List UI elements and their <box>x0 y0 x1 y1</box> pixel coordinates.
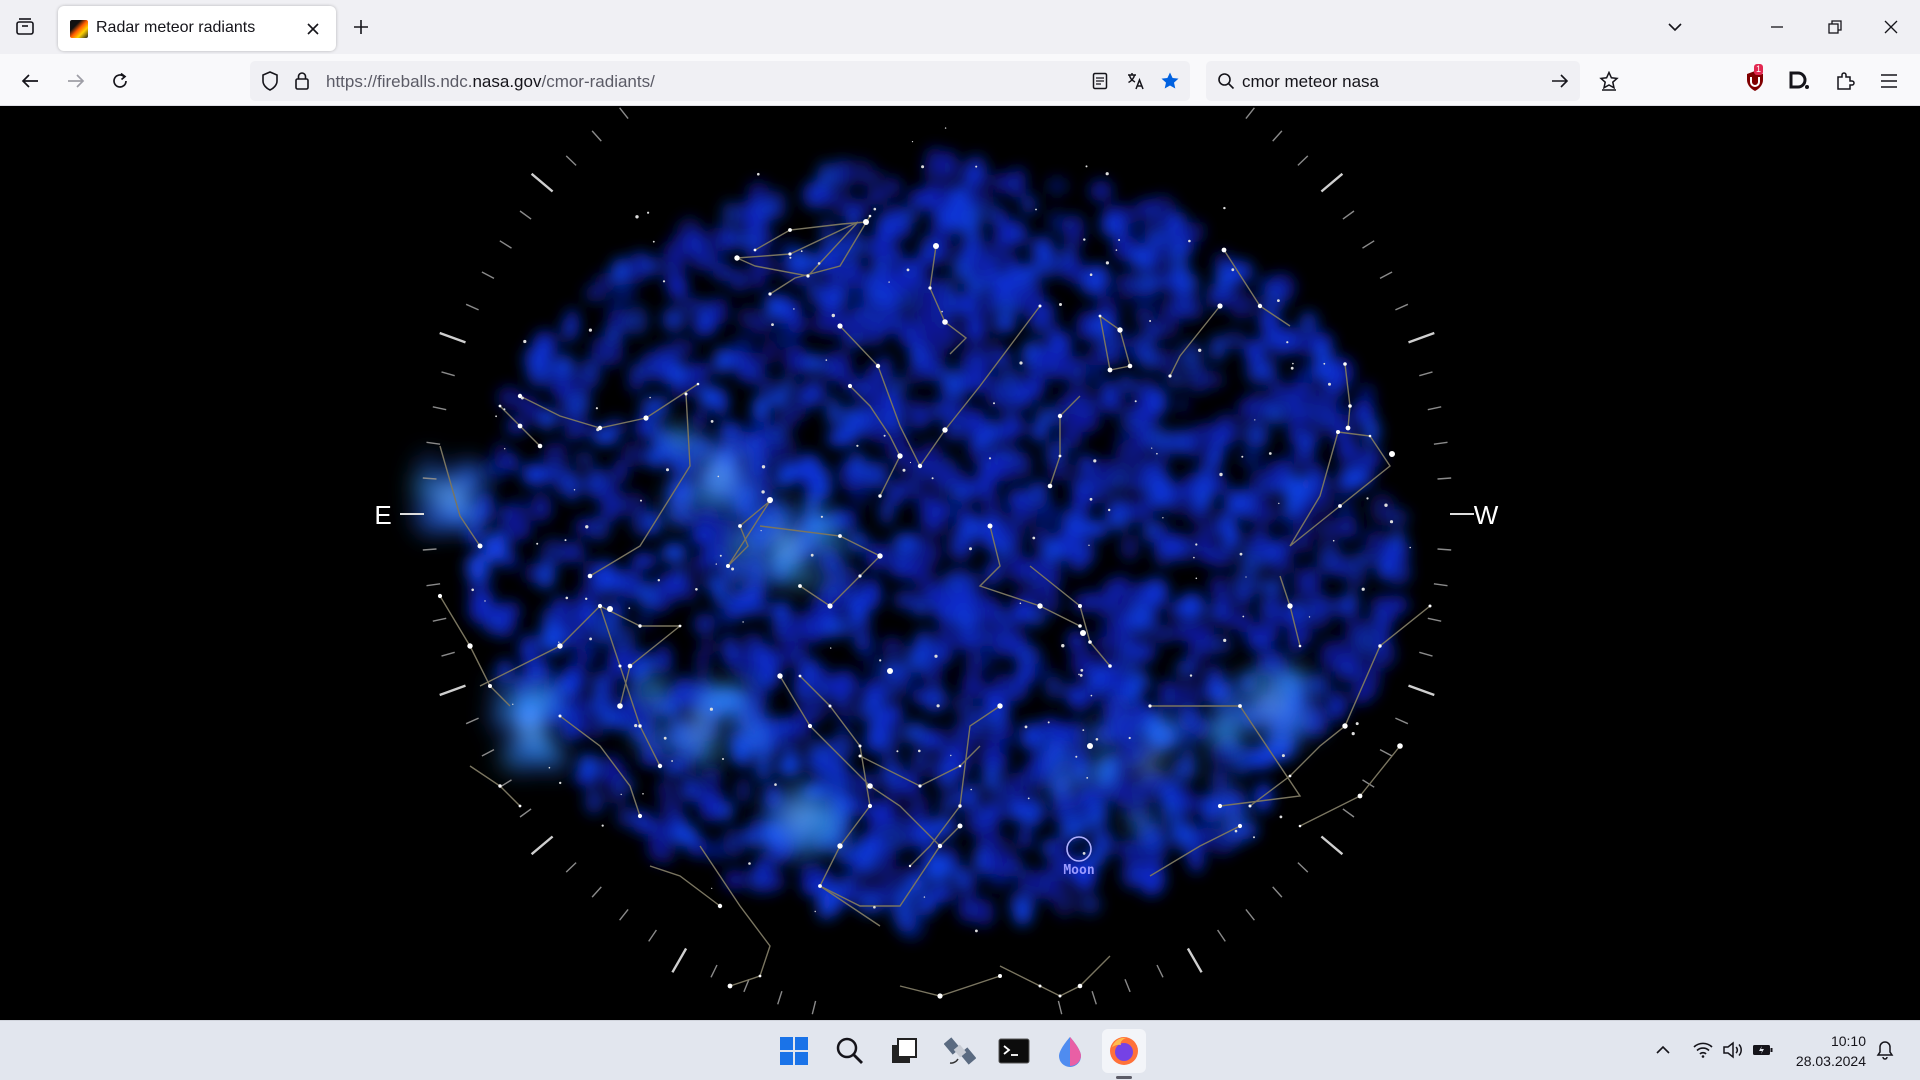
tab-overview-icon[interactable] <box>10 12 40 42</box>
compass-east-label: E <box>374 500 391 530</box>
show-hidden-icons-chevron-icon[interactable] <box>1650 1037 1676 1063</box>
moon-label: Moon <box>1063 863 1094 878</box>
search-input[interactable]: cmor meteor nasa <box>1242 72 1379 92</box>
tab-radar-meteor-radiants[interactable]: Radar meteor radiants <box>58 6 336 51</box>
reader-view-icon[interactable] <box>1086 67 1114 95</box>
site-favicon-icon <box>70 20 88 38</box>
compass-west: W <box>1450 500 1499 530</box>
meteor-radiant-density <box>466 146 1411 941</box>
forward-arrow-icon[interactable] <box>60 65 92 97</box>
new-tab-plus-icon[interactable] <box>346 12 376 42</box>
tab-bar: Radar meteor radiants <box>0 0 1920 54</box>
wifi-icon[interactable] <box>1690 1037 1716 1063</box>
go-arrow-icon[interactable] <box>1546 67 1574 95</box>
notifications-bell-icon[interactable] <box>1872 1037 1898 1063</box>
restore-window-icon[interactable] <box>1820 12 1850 42</box>
minimize-window-icon[interactable] <box>1762 12 1792 42</box>
ublock-shield-icon[interactable]: 1 <box>1738 64 1772 98</box>
bookmark-star-filled-icon[interactable] <box>1156 67 1184 95</box>
address-bar[interactable]: https://fireballs.ndc.nasa.gov/cmor-radi… <box>250 61 1190 101</box>
firefox-icon[interactable] <box>1102 1029 1146 1079</box>
lock-icon[interactable] <box>288 67 316 95</box>
radiant-sky-map[interactable]: E W Moon <box>0 106 1920 1020</box>
url-domain: nasa.gov <box>472 72 542 91</box>
extensions-puzzle-icon[interactable] <box>1828 64 1862 98</box>
url-text[interactable]: https://fireballs.ndc.nasa.gov/cmor-radi… <box>326 72 655 92</box>
satellite-app-icon[interactable] <box>938 1029 982 1073</box>
clock-time: 10:10 <box>1830 1033 1866 1049</box>
url-prefix: https://fireballs.ndc. <box>326 72 473 91</box>
tracking-protection-shield-icon[interactable] <box>256 67 284 95</box>
terminal-icon[interactable] <box>992 1029 1036 1073</box>
extension-d-icon[interactable] <box>1782 64 1816 98</box>
task-view-icon[interactable] <box>882 1029 926 1073</box>
extension-badge-count: 1 <box>1754 64 1764 75</box>
taskbar: 10:10 28.03.2024 <box>0 1020 1920 1080</box>
search-icon <box>1212 67 1240 95</box>
reload-icon[interactable] <box>104 65 136 97</box>
save-to-pocket-icon[interactable] <box>1592 64 1626 98</box>
translate-icon[interactable] <box>1122 67 1150 95</box>
system-clock[interactable]: 10:10 28.03.2024 <box>1796 1031 1866 1071</box>
list-all-tabs-chevron-icon[interactable] <box>1660 12 1690 42</box>
active-app-indicator <box>1116 1076 1132 1079</box>
tab-title: Radar meteor radiants <box>96 19 256 36</box>
close-tab-icon[interactable] <box>298 14 328 44</box>
start-menu-windows-icon[interactable] <box>772 1029 816 1073</box>
taskbar-search-icon[interactable] <box>828 1029 872 1073</box>
compass-west-label: W <box>1474 500 1499 530</box>
clock-date: 28.03.2024 <box>1795 1053 1866 1069</box>
search-bar[interactable]: cmor meteor nasa <box>1206 61 1580 101</box>
battery-charging-icon[interactable] <box>1750 1037 1776 1063</box>
paint-app-icon[interactable] <box>1048 1029 1092 1073</box>
page-content: E W Moon <box>0 106 1920 1020</box>
url-path: /cmor-radiants/ <box>541 72 655 91</box>
close-window-icon[interactable] <box>1876 12 1906 42</box>
volume-icon[interactable] <box>1720 1037 1746 1063</box>
hamburger-menu-icon[interactable] <box>1872 64 1906 98</box>
back-arrow-icon[interactable] <box>14 65 46 97</box>
